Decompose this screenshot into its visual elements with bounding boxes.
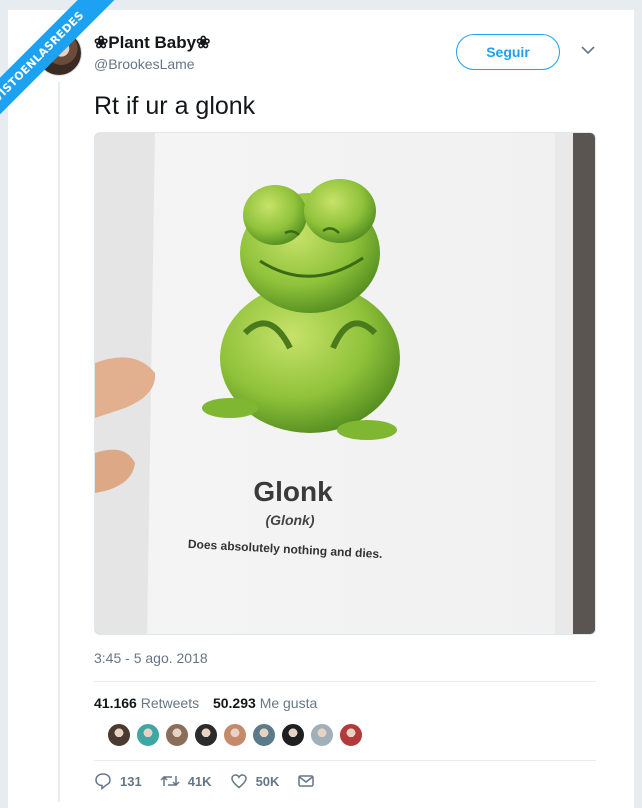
book-photo: Glonk (Glonk) Does absolutely nothing an…	[95, 133, 595, 634]
message-button[interactable]	[297, 772, 323, 790]
book-title: Glonk	[253, 476, 333, 507]
liker-avatar[interactable]	[193, 722, 219, 748]
tweet-actions: 131 41K 50K	[94, 772, 341, 790]
heart-icon	[230, 774, 247, 789]
engagement-stats: 41.166 Retweets 50.293 Me gusta	[94, 695, 327, 711]
liker-avatar[interactable]	[222, 722, 248, 748]
tweet-timestamp[interactable]: 3:45 - 5 ago. 2018	[94, 650, 208, 666]
thread-line	[58, 82, 60, 802]
like-count: 50K	[255, 773, 280, 789]
page-frame-top	[0, 0, 642, 10]
like-button[interactable]: 50K	[230, 772, 280, 790]
liker-avatar[interactable]	[338, 722, 364, 748]
retweet-icon	[160, 775, 180, 787]
likes-count[interactable]: 50.293	[213, 695, 256, 711]
reply-icon	[95, 773, 111, 790]
follow-button[interactable]: Seguir	[456, 34, 560, 70]
liker-avatar[interactable]	[309, 722, 335, 748]
reply-button[interactable]: 131	[94, 772, 142, 790]
divider	[94, 760, 596, 761]
page-frame-left	[0, 0, 8, 808]
liker-avatar[interactable]	[280, 722, 306, 748]
retweets-label[interactable]: Retweets	[141, 695, 199, 711]
retweet-count: 41K	[187, 773, 212, 789]
liker-avatars	[106, 722, 367, 750]
envelope-icon	[298, 775, 315, 787]
liker-avatar[interactable]	[106, 722, 132, 748]
chevron-down-icon[interactable]	[578, 40, 598, 60]
tweet-text: Rt if ur a glonk	[94, 92, 256, 120]
reply-count: 131	[120, 773, 142, 789]
tweet-media-photo[interactable]: Glonk (Glonk) Does absolutely nothing an…	[94, 132, 596, 635]
liker-avatar[interactable]	[251, 722, 277, 748]
retweet-button[interactable]: 41K	[160, 772, 212, 790]
liker-avatar[interactable]	[164, 722, 190, 748]
likes-label[interactable]: Me gusta	[260, 695, 318, 711]
retweets-count[interactable]: 41.166	[94, 695, 137, 711]
username[interactable]: @BrookesLame	[94, 56, 195, 72]
divider	[94, 681, 596, 682]
avatar[interactable]	[36, 30, 82, 76]
book-subtitle: (Glonk)	[266, 512, 315, 528]
page-frame-right	[634, 0, 642, 808]
liker-avatar[interactable]	[135, 722, 161, 748]
display-name[interactable]: ❀Plant Baby❀	[94, 33, 210, 53]
